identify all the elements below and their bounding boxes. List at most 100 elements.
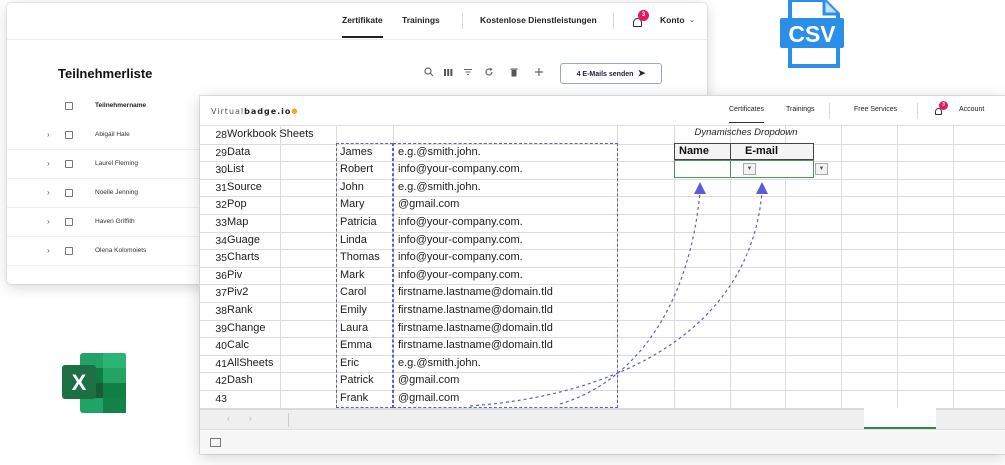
cell-col-a[interactable]: Pop <box>227 198 247 210</box>
virtualbadge-logo[interactable]: Virtualbadge.io● <box>211 107 299 116</box>
participant-name: Noelle Jenning <box>95 189 139 196</box>
cell-col-a[interactable]: Workbook Sheets <box>227 128 314 140</box>
row-checkbox[interactable] <box>65 160 73 168</box>
table-row[interactable]: › Olena Kolomoiets <box>7 237 217 266</box>
row-number: 32 <box>215 199 227 212</box>
top-nav: Zertifikate Trainings Kostenlose Dienstl… <box>7 3 707 40</box>
row-number: 35 <box>215 252 227 265</box>
calendar-icon[interactable] <box>210 438 221 447</box>
row-number: 30 <box>215 164 227 177</box>
nav-divider <box>829 103 830 119</box>
tab-trainings[interactable]: Trainings <box>786 106 815 113</box>
cell-col-a[interactable]: Map <box>227 216 248 228</box>
add-icon[interactable] <box>534 67 544 77</box>
nav-divider <box>462 13 463 29</box>
stage: Zertifikate Trainings Kostenlose Dienstl… <box>0 0 1005 465</box>
trash-icon[interactable] <box>509 67 519 77</box>
row-number: 43 <box>215 393 227 405</box>
filter-icon[interactable] <box>463 67 473 77</box>
dropdown-email-header: E-mail <box>730 143 814 160</box>
row-number: 28 <box>215 129 227 141</box>
notification-badge: 3 <box>939 101 948 110</box>
row-checkbox[interactable] <box>65 247 73 255</box>
tab-divider <box>288 413 289 427</box>
cell-col-a[interactable]: Calc <box>227 339 249 351</box>
account-menu[interactable]: Konto <box>660 15 685 25</box>
names-selection-range <box>336 143 393 408</box>
refresh-icon[interactable] <box>484 67 494 77</box>
chevron-right-icon[interactable]: › <box>47 159 50 168</box>
cell-col-a[interactable]: List <box>227 163 244 175</box>
dropdown-name-header: Name <box>674 143 731 160</box>
row-number: 38 <box>215 305 227 317</box>
name-dropdown-cell[interactable] <box>674 160 731 178</box>
cell-col-a[interactable]: Dash <box>227 374 253 386</box>
spreadsheet-window: Virtualbadge.io● Certificates Trainings … <box>200 96 1005 454</box>
cell-col-a[interactable]: Source <box>227 181 262 193</box>
chevron-down-icon[interactable]: ⌄ <box>689 16 695 24</box>
search-icon[interactable] <box>424 67 434 77</box>
table-row[interactable]: › Laurel Fleming <box>7 150 217 179</box>
row-checkbox[interactable] <box>65 189 73 197</box>
active-sheet-tab[interactable] <box>864 408 936 429</box>
dropdown-arrow-icon[interactable]: ▼ <box>743 163 756 175</box>
row-number: 39 <box>215 322 227 335</box>
select-all-checkbox[interactable] <box>65 102 73 110</box>
row-number: 34 <box>215 234 227 247</box>
table-row[interactable]: › Haven Griffith <box>7 208 217 237</box>
logo-prefix: Virtual <box>211 107 245 116</box>
nav-divider <box>613 13 614 29</box>
nav-divider <box>917 103 918 119</box>
table-row[interactable]: › Noelle Jenning <box>7 179 217 208</box>
row-number: 31 <box>215 181 227 194</box>
cell-col-a[interactable]: Charts <box>227 251 259 263</box>
chevron-right-icon[interactable]: › <box>47 130 50 139</box>
next-sheet-icon[interactable]: › <box>249 414 252 423</box>
notification-badge: 3 <box>638 10 649 21</box>
logo-dot-icon: ● <box>291 107 299 115</box>
page-title: Teilnehmerliste <box>58 66 153 81</box>
spreadsheet-grid[interactable]: 28 Workbook Sheets 29 Data James e.g.@smith.… <box>200 126 1005 409</box>
csv-label: CSV <box>788 21 836 47</box>
cell-col-a[interactable]: Piv2 <box>227 286 248 298</box>
columns-icon[interactable] <box>443 67 453 77</box>
row-number: 40 <box>215 340 227 353</box>
tab-certificates[interactable]: Certificates <box>729 106 765 123</box>
send-emails-button[interactable]: 4 E-Mails senden ➤ <box>560 63 662 84</box>
tab-trainings[interactable]: Trainings <box>402 15 440 25</box>
row-number: 36 <box>215 269 227 282</box>
row-number: 42 <box>215 375 227 388</box>
excel-label: X <box>72 370 87 395</box>
send-emails-label: 4 E-Mails senden <box>576 71 634 78</box>
prev-sheet-icon[interactable]: ‹ <box>227 414 230 423</box>
account-menu[interactable]: Account <box>959 106 984 113</box>
tab-zertifikate[interactable]: Zertifikate <box>342 15 383 38</box>
status-bar <box>200 429 1005 454</box>
tab-free-services[interactable]: Free Services <box>854 106 897 113</box>
sheet-tab-bar: ‹ › <box>200 408 1005 429</box>
row-checkbox[interactable] <box>65 218 73 226</box>
cell-col-a[interactable]: Piv <box>227 269 242 281</box>
send-arrow-icon: ➤ <box>635 68 646 78</box>
emails-selection-range <box>393 143 618 408</box>
logo-bold: badge.io <box>244 107 292 116</box>
participant-name: Laurel Fleming <box>95 160 138 167</box>
table-row[interactable]: › Abigail Hale <box>7 121 217 150</box>
cell-col-a[interactable]: Data <box>227 146 250 158</box>
cell-col-a[interactable]: Guage <box>227 234 260 246</box>
row-number: 33 <box>215 217 227 229</box>
csv-file-icon: CSV <box>780 0 844 68</box>
dropdown-title: Dynamisches Dropdown <box>694 127 798 138</box>
row-checkbox[interactable] <box>65 131 73 139</box>
cell-col-a[interactable]: Change <box>227 322 266 334</box>
participant-name: Haven Griffith <box>95 218 135 225</box>
cell-col-a[interactable]: AllSheets <box>227 357 273 369</box>
chevron-right-icon[interactable]: › <box>47 217 50 226</box>
dropdown-arrow-icon[interactable]: ▼ <box>815 163 828 175</box>
cell-col-a[interactable]: Rank <box>227 304 253 316</box>
row-number: 37 <box>215 287 227 300</box>
participant-name: Abigail Hale <box>95 131 130 138</box>
tab-kostenlose-dienstleistungen[interactable]: Kostenlose Dienstleistungen <box>480 15 597 25</box>
chevron-right-icon[interactable]: › <box>47 246 50 255</box>
chevron-right-icon[interactable]: › <box>47 188 50 197</box>
